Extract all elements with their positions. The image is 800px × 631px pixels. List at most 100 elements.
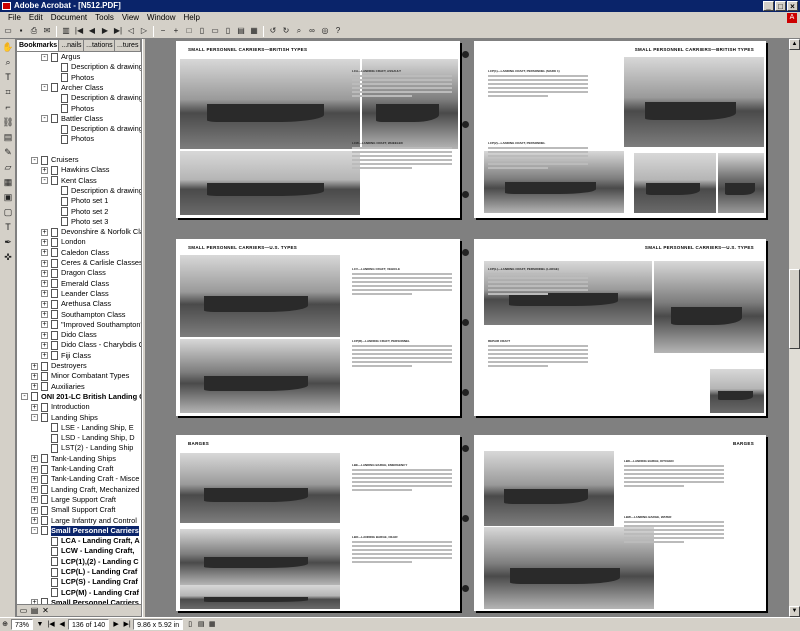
bookmark-item[interactable]: Photos (17, 104, 141, 114)
text-select-icon[interactable]: T (1, 70, 15, 84)
panel-toggle-icon[interactable]: ▥ (60, 25, 72, 37)
print-icon[interactable]: ⎙ (28, 25, 40, 37)
menu-tools[interactable]: Tools (91, 12, 118, 24)
bookmark-folder[interactable]: + Tank-Landing Craft - Misce (17, 474, 141, 484)
minimize-button[interactable]: _ (763, 1, 774, 11)
bookmark-folder[interactable]: + Small Support Craft (17, 505, 141, 515)
new-bookmark-icon[interactable]: ▭ (19, 606, 28, 615)
expand-icon[interactable]: + (31, 517, 38, 524)
menu-view[interactable]: View (118, 12, 143, 24)
menu-edit[interactable]: Edit (25, 12, 47, 24)
open-icon[interactable]: ▭ (2, 25, 14, 37)
bookmark-folder[interactable]: + Destroyers (17, 361, 141, 371)
menu-file[interactable]: File (4, 12, 25, 24)
bookmark-item[interactable]: LCP(M) - Landing Craf (17, 588, 141, 598)
bookmark-item[interactable]: Photo set 2 (17, 207, 141, 217)
article-icon[interactable]: ▦ (1, 175, 15, 189)
bookmark-item[interactable]: LCA - Landing Craft, A (17, 536, 141, 546)
bookmark-item[interactable]: Description & drawing (17, 93, 141, 103)
expand-icon[interactable]: + (31, 362, 38, 370)
expand-icon[interactable]: + (31, 475, 38, 483)
collapse-icon[interactable]: - (41, 115, 48, 123)
crop-icon[interactable]: ⌐ (1, 100, 15, 114)
bookmark-folder[interactable]: + Introduction (17, 402, 141, 412)
expand-icon[interactable]: + (31, 506, 38, 514)
rotate-right-icon[interactable]: ↻ (280, 25, 292, 37)
bookmark-item[interactable]: LSE - Landing Ship, E (17, 423, 141, 433)
bookmark-item[interactable]: Description & drawing (17, 124, 141, 134)
bookmark-folder[interactable]: - ONI 201-LC British Landing C (17, 392, 141, 402)
bookmark-folder[interactable]: + London (17, 237, 141, 247)
bookmark-folder[interactable]: + Hawkins Class (17, 165, 141, 175)
bookmark-folder[interactable]: - Archer Class (17, 83, 141, 93)
bookmark-folder[interactable]: - Cruisers (17, 155, 141, 165)
bookmark-item[interactable]: LSD - Landing Ship, D (17, 433, 141, 443)
expand-icon[interactable]: + (31, 465, 38, 473)
highlight-icon[interactable]: ▱ (1, 160, 15, 174)
graphics-select-icon[interactable]: ⌗ (1, 85, 15, 99)
expand-icon[interactable]: + (41, 352, 48, 360)
zoom-out-icon[interactable]: − (157, 25, 169, 37)
hand-tool-icon[interactable]: ✋ (1, 40, 15, 54)
expand-icon[interactable]: + (41, 269, 48, 277)
next-page-icon[interactable]: ▶ (99, 25, 111, 37)
status-last-page-icon[interactable]: ▶| (122, 619, 132, 630)
fit-width-icon[interactable]: ▭ (209, 25, 221, 37)
binoculars-icon[interactable]: ∞ (306, 25, 318, 37)
expand-icon[interactable]: + (41, 341, 48, 349)
bookmark-folder[interactable]: + Large Support Craft (17, 495, 141, 505)
bookmark-folder[interactable]: + "Improved Southampton" (17, 320, 141, 330)
status-first-page-icon[interactable]: |◀ (46, 619, 56, 630)
menu-window[interactable]: Window (143, 12, 179, 24)
movie-icon[interactable]: ▣ (1, 190, 15, 204)
bookmark-folder[interactable]: - Small Personnel Carriers (17, 525, 141, 537)
expand-icon[interactable]: + (41, 290, 48, 298)
bookmark-item[interactable]: LCP(L) - Landing Craf (17, 567, 141, 577)
fit-page-icon[interactable]: ▯ (196, 25, 208, 37)
bookmark-item[interactable]: LCW - Landing Craft, (17, 546, 141, 556)
collapse-icon[interactable]: - (21, 393, 28, 401)
expand-icon[interactable]: + (31, 486, 38, 494)
link-icon[interactable]: ⛓ (1, 115, 15, 129)
save-icon[interactable]: ▪ (15, 25, 27, 37)
bookmark-folder[interactable]: + Ceres & Carlisle Classes (17, 258, 141, 268)
pencil-icon[interactable]: ✎ (1, 145, 15, 159)
expand-icon[interactable]: + (31, 372, 38, 380)
menu-document[interactable]: Document (47, 12, 91, 24)
expand-icon[interactable]: + (41, 238, 48, 246)
continuous-layout-icon[interactable]: ▤ (196, 619, 206, 630)
actual-size-icon[interactable]: □ (183, 25, 195, 37)
collapse-icon[interactable]: - (31, 414, 38, 421)
single-page-icon[interactable]: ▯ (222, 25, 234, 37)
bookmark-item[interactable]: LCP(S) - Landing Craf (17, 577, 141, 587)
close-button[interactable]: × (787, 1, 798, 11)
tab-annotations[interactable]: ...tations (84, 40, 116, 51)
expand-icon[interactable]: + (41, 166, 48, 174)
digital-signature-icon[interactable]: ✒ (1, 235, 15, 249)
bookmark-item[interactable]: Description & drawing (17, 186, 141, 196)
bookmark-item[interactable]: LCP(1),(2) - Landing C (17, 557, 141, 567)
scroll-up-icon[interactable]: ▲ (789, 39, 800, 50)
collapse-icon[interactable]: - (41, 177, 48, 185)
bookmark-folder[interactable]: + Dido Class (17, 330, 141, 340)
help-icon[interactable]: ? (332, 25, 344, 37)
tab-thumbnails[interactable]: ...nails (59, 40, 85, 51)
bookmark-options-icon[interactable]: ▤ (30, 606, 39, 615)
expand-icon[interactable]: + (41, 280, 48, 288)
bookmark-folder[interactable]: + Auxiliaries (17, 382, 141, 392)
bookmark-folder[interactable]: - Landing Ships (17, 413, 141, 423)
last-page-icon[interactable]: ▶| (112, 25, 124, 37)
delete-bookmark-icon[interactable]: ✕ (41, 606, 50, 615)
bookmark-item[interactable]: LST(2) - Landing Ship (17, 443, 141, 453)
collapse-icon[interactable]: - (31, 156, 38, 164)
bookmark-folder[interactable]: + Dragon Class (17, 268, 141, 278)
zoom-in-icon[interactable]: + (170, 25, 182, 37)
tab-signatures[interactable]: ...tures (115, 40, 141, 51)
bookmark-item[interactable]: Photo set 3 (17, 217, 141, 227)
status-next-page-icon[interactable]: ▶ (111, 619, 121, 630)
zoom-tool-icon[interactable]: ⌕ (1, 55, 15, 69)
email-icon[interactable]: ✉ (41, 25, 53, 37)
bookmark-item[interactable]: Description & drawing (17, 62, 141, 72)
bookmark-folder[interactable]: + Leander Class (17, 289, 141, 299)
single-page-layout-icon[interactable]: ▯ (185, 619, 195, 630)
